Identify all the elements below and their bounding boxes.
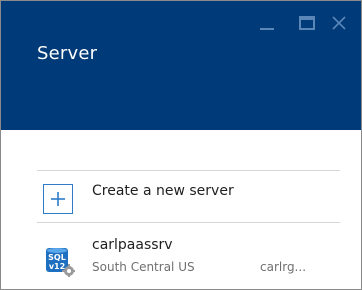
list-divider (37, 222, 340, 223)
close-button[interactable] (329, 11, 355, 37)
list-divider (37, 170, 340, 171)
blade-header: Server (1, 1, 361, 130)
minimize-button[interactable] (256, 11, 282, 37)
plus-icon (51, 192, 65, 206)
close-icon (332, 16, 346, 30)
blade-title: Server (37, 43, 98, 64)
plus-icon-box (43, 184, 73, 214)
sql-icon-text: SQL (48, 253, 66, 262)
maximize-icon (299, 16, 315, 30)
server-resource-group: carlrg... (260, 260, 307, 274)
server-blade: Server Create a new server SQL v12 carlp… (0, 0, 362, 290)
create-server-button[interactable]: Create a new server (37, 172, 340, 221)
sql-server-icon: SQL v12 (46, 248, 75, 277)
maximize-button[interactable] (297, 11, 323, 37)
server-location: South Central US (92, 260, 195, 274)
server-name: carlpaassrv (92, 237, 173, 253)
create-server-label: Create a new server (92, 183, 234, 199)
minimize-icon (260, 28, 274, 30)
server-list-item[interactable]: SQL v12 carlpaassrv South Central US car… (37, 224, 340, 284)
sql-version-text: v12 (49, 262, 65, 271)
